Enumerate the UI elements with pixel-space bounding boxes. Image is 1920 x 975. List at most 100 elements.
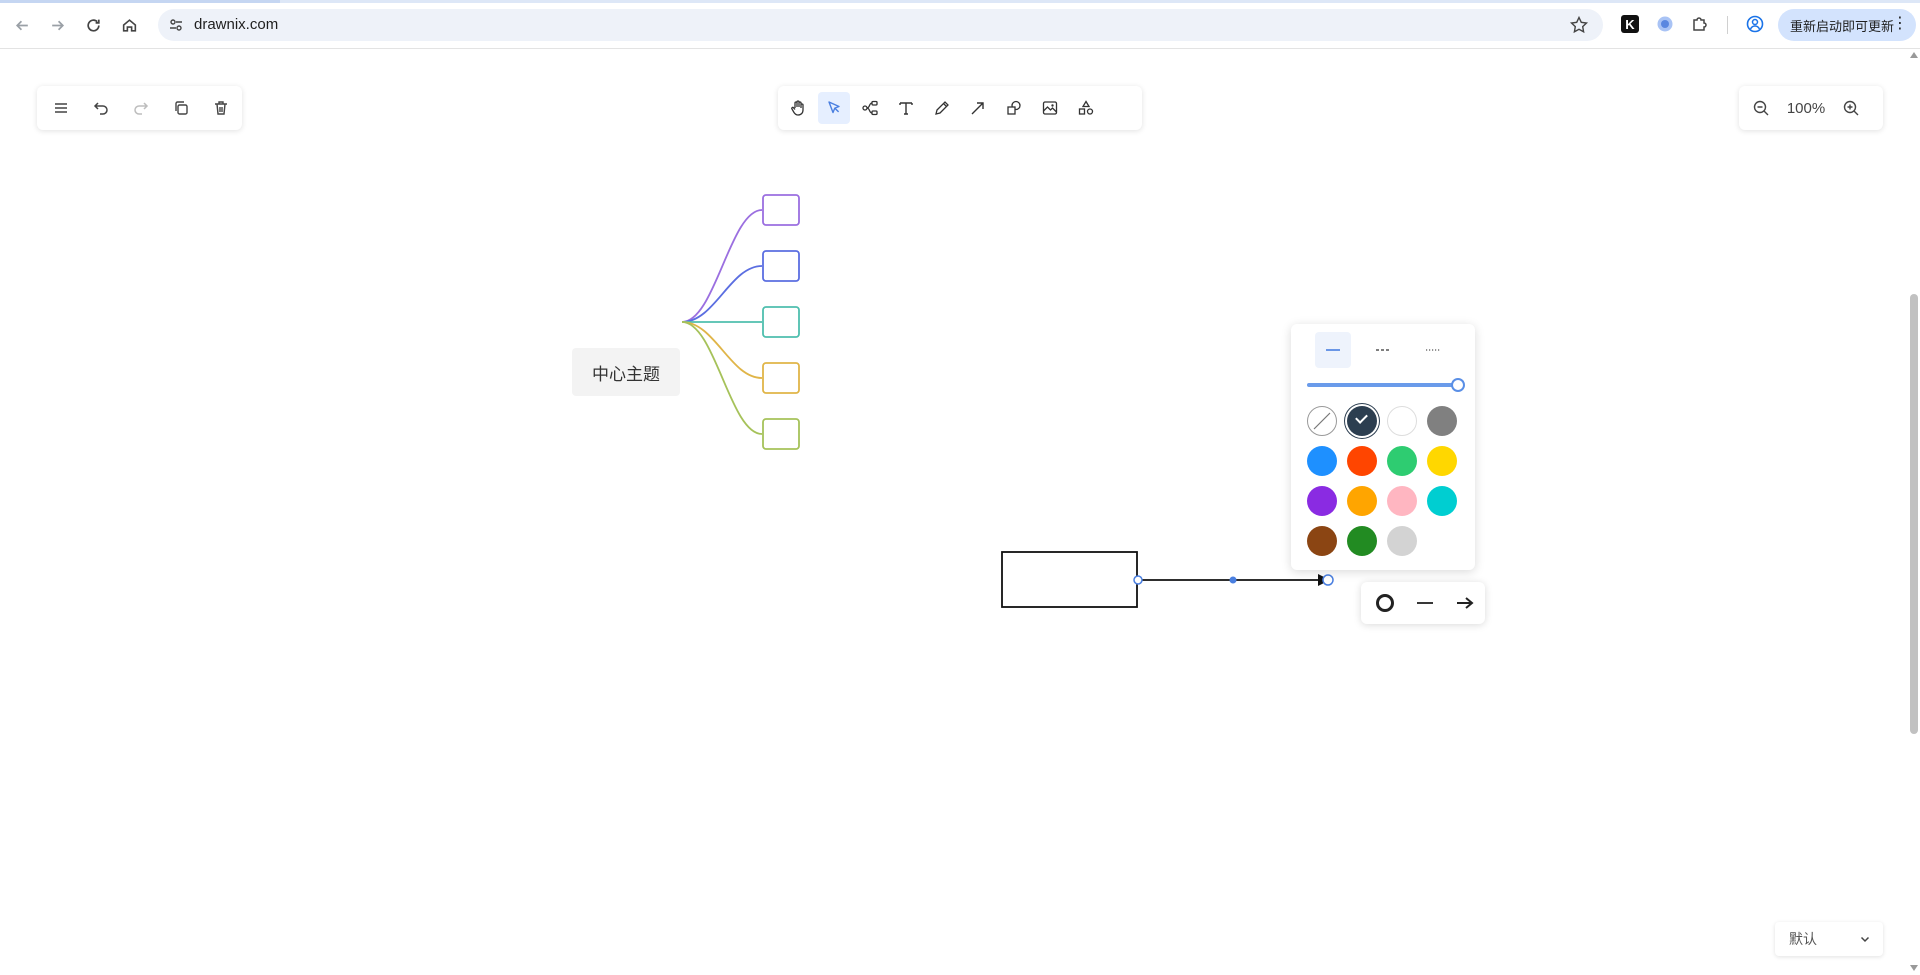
color-swatch-brown[interactable] (1307, 526, 1337, 556)
mind-center-topic[interactable]: 中心主题 (572, 348, 680, 396)
mind-branch-2 (681, 265, 763, 323)
color-swatch-turquoise[interactable] (1427, 486, 1457, 516)
app-menu-toolbar (37, 86, 242, 130)
puzzle-extension-icon[interactable] (1689, 13, 1711, 35)
color-swatch-green[interactable] (1387, 446, 1417, 476)
forward-button[interactable] (44, 12, 70, 38)
end-none-icon (1376, 594, 1394, 612)
duplicate-button[interactable] (165, 92, 197, 124)
solid-line-option[interactable] (1315, 332, 1351, 368)
menu-button[interactable] (45, 92, 77, 124)
mind-map-tool-button[interactable] (854, 92, 886, 124)
pen-icon (935, 101, 949, 115)
pointer-icon (828, 101, 840, 114)
color-swatch-orange[interactable] (1347, 486, 1377, 516)
mind-branch-5 (681, 321, 763, 435)
dotted-line-option[interactable] (1415, 332, 1451, 368)
shape-tool-button[interactable] (998, 92, 1030, 124)
browser-toolbar: drawnix.com K 重新启动即可更新 ⋮ (0, 0, 1920, 49)
line-icon (1417, 602, 1433, 604)
line-shape-button[interactable] (1409, 587, 1441, 619)
zoom-out-button[interactable] (1745, 92, 1777, 124)
bookmark-star-icon[interactable] (1569, 15, 1589, 35)
color-swatch-blue[interactable] (1307, 446, 1337, 476)
home-button[interactable] (116, 12, 142, 38)
mind-child-node-2[interactable] (762, 250, 800, 282)
opacity-slider[interactable] (1307, 378, 1467, 392)
arrow-right-icon (51, 20, 64, 30)
mind-child-node-3[interactable] (762, 306, 800, 338)
color-swatch-transparent[interactable] (1307, 406, 1337, 436)
dotted-line-icon (1426, 349, 1440, 351)
color-swatch-gold[interactable] (1427, 446, 1457, 476)
toolbar-divider (1727, 16, 1728, 34)
relaunch-update-button[interactable]: 重新启动即可更新 ⋮ (1778, 9, 1916, 41)
more-shapes-icon (1078, 100, 1094, 115)
stroke-color-button[interactable] (1369, 587, 1401, 619)
vertical-scrollbar[interactable] (1908, 50, 1920, 975)
redo-button[interactable] (125, 92, 157, 124)
select-tool-button[interactable] (818, 92, 850, 124)
undo-icon (93, 102, 108, 115)
color-swatch-purple[interactable] (1307, 486, 1337, 516)
mind-child-node-1[interactable] (762, 194, 800, 226)
browser-menu-icon[interactable]: ⋮ (1892, 15, 1908, 33)
text-icon (899, 102, 913, 115)
active-tab-edge[interactable] (0, 0, 280, 3)
arrow-left-icon (15, 20, 28, 30)
arrow-tool-button[interactable] (962, 92, 994, 124)
translate-extension-icon[interactable] (1654, 13, 1676, 35)
hand-tool-button[interactable] (782, 92, 814, 124)
hand-icon (791, 100, 804, 116)
theme-select-value: 默认 (1789, 931, 1817, 947)
image-icon (1042, 101, 1058, 115)
color-swatch-white[interactable] (1387, 406, 1417, 436)
color-swatch-gray[interactable] (1427, 406, 1457, 436)
zoom-level[interactable]: 100% (1777, 100, 1835, 117)
url-text[interactable]: drawnix.com (194, 16, 278, 33)
arrow-end-button[interactable] (1449, 587, 1481, 619)
scroll-down-arrow[interactable] (1910, 965, 1918, 971)
mind-child-node-4[interactable] (762, 362, 800, 394)
mind-map-icon (862, 100, 878, 116)
opacity-slider-track[interactable] (1307, 383, 1457, 387)
drawing-tools-toolbar (778, 86, 1142, 130)
dashed-line-option[interactable] (1365, 332, 1401, 368)
back-button[interactable] (9, 12, 35, 38)
scroll-up-arrow[interactable] (1910, 52, 1918, 58)
pen-tool-button[interactable] (926, 92, 958, 124)
color-swatch-light-gray[interactable] (1387, 526, 1417, 556)
drawing-canvas[interactable]: 中心主题 (0, 50, 1908, 975)
mind-center-label: 中心主题 (592, 364, 660, 384)
tab-strip-edge (0, 0, 1920, 3)
image-tool-button[interactable] (1034, 92, 1066, 124)
reload-icon (86, 18, 100, 32)
arrow-mid-handle[interactable] (1229, 576, 1237, 584)
undo-button[interactable] (85, 92, 117, 124)
arrow-end-handle[interactable] (1322, 574, 1334, 586)
scrollbar-thumb[interactable] (1910, 294, 1918, 734)
profile-icon[interactable] (1744, 13, 1766, 35)
reload-button[interactable] (80, 12, 106, 38)
color-swatch-pink[interactable] (1387, 486, 1417, 516)
mind-branch-1 (681, 209, 763, 323)
delete-button[interactable] (205, 92, 237, 124)
theme-select[interactable]: 默认 (1775, 922, 1883, 956)
rectangle-shape[interactable] (1001, 551, 1138, 608)
text-tool-button[interactable] (890, 92, 922, 124)
arrow-start-handle[interactable] (1133, 575, 1143, 585)
address-bar[interactable]: drawnix.com (158, 9, 1603, 41)
color-swatch-orange-red[interactable] (1347, 446, 1377, 476)
site-settings-icon[interactable] (168, 17, 184, 33)
k-extension-icon[interactable]: K (1619, 13, 1641, 35)
mind-child-node-5[interactable] (762, 418, 800, 450)
color-swatch-dark[interactable] (1347, 406, 1377, 436)
more-shapes-tool-button[interactable] (1070, 92, 1102, 124)
opacity-slider-thumb[interactable] (1451, 378, 1465, 392)
stroke-style-popover (1291, 324, 1475, 570)
duplicate-icon (175, 101, 188, 115)
zoom-in-button[interactable] (1835, 92, 1867, 124)
arrow-icon (971, 102, 984, 115)
zoom-out-icon (1753, 100, 1769, 116)
color-swatch-forest-green[interactable] (1347, 526, 1377, 556)
